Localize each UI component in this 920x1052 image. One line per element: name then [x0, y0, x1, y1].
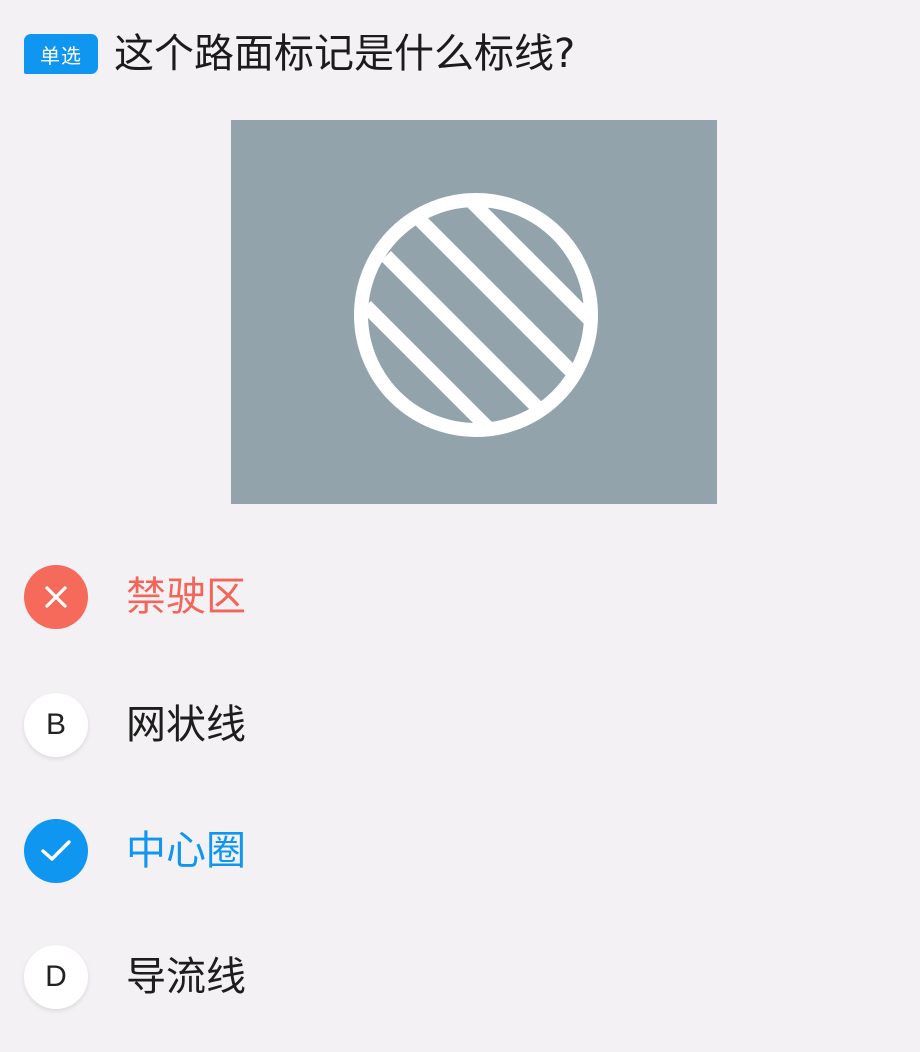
option-b-label: 网状线	[126, 702, 246, 748]
option-b-marker: B	[24, 693, 88, 757]
hatched-circle-marking-icon	[354, 193, 598, 437]
option-a-label: 禁驶区	[126, 574, 246, 620]
option-c-marker	[24, 819, 88, 883]
option-d-label: 导流线	[126, 954, 246, 1000]
option-c-label: 中心圈	[126, 828, 246, 874]
close-icon	[45, 586, 67, 608]
option-d[interactable]: D 导流线	[24, 944, 884, 1010]
check-icon	[41, 840, 71, 861]
option-a[interactable]: 禁驶区	[24, 564, 884, 630]
option-c[interactable]: 中心圈	[24, 818, 884, 884]
option-d-marker: D	[24, 945, 88, 1009]
option-a-marker	[24, 565, 88, 629]
question-header: 单选 这个路面标记是什么标线?	[24, 26, 894, 82]
road-marking-image	[231, 120, 717, 504]
question-type-badge: 单选	[24, 34, 98, 74]
question-text: 这个路面标记是什么标线?	[114, 31, 576, 77]
option-b[interactable]: B 网状线	[24, 692, 884, 758]
